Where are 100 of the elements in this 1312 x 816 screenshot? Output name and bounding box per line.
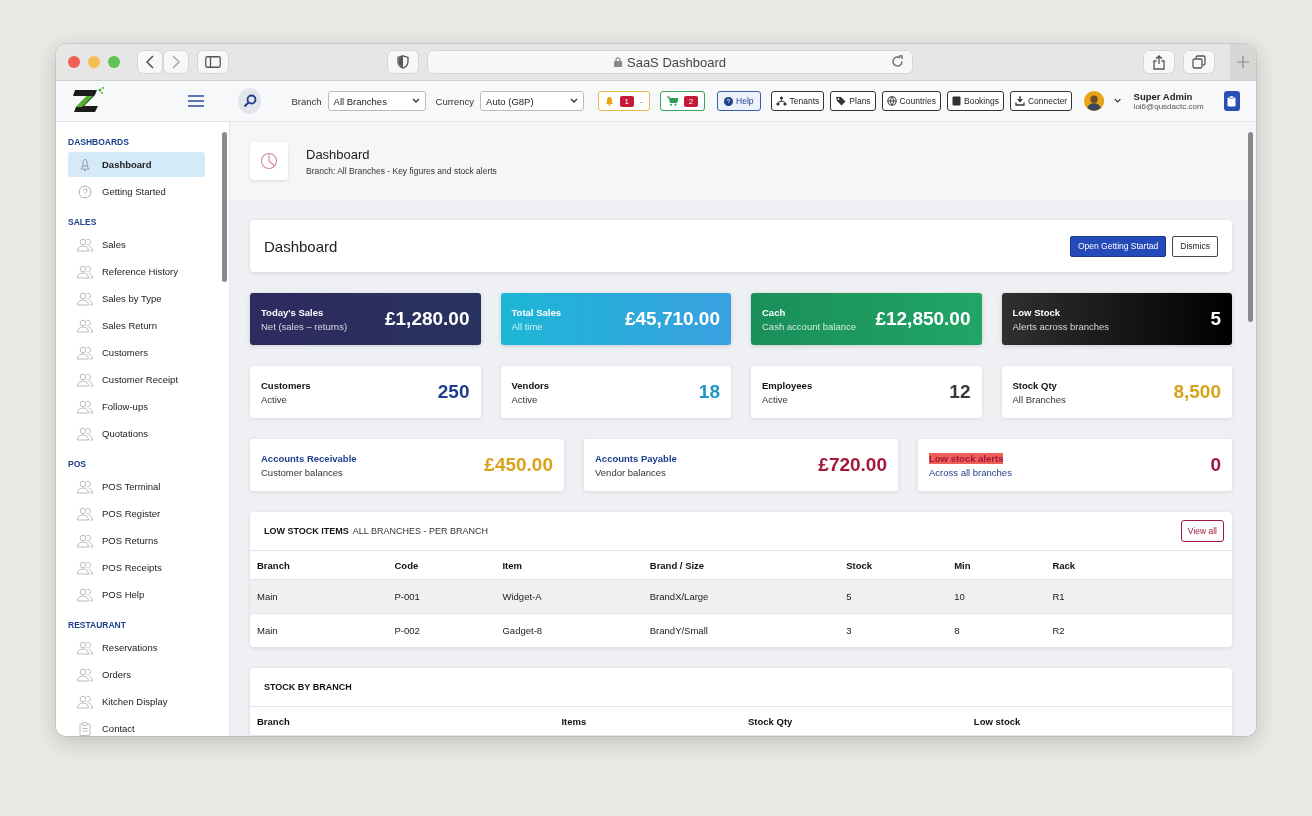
users-icon: [76, 667, 94, 682]
users-icon: [76, 399, 94, 414]
pie-chart-icon: [260, 152, 278, 170]
share-icon: [1153, 54, 1165, 70]
sidebar-item[interactable]: POS Returns: [68, 528, 205, 553]
card-value: £45,710.00: [624, 308, 720, 330]
card-title: Total Sales: [511, 306, 561, 318]
sidebar-item[interactable]: Quotations: [68, 421, 205, 446]
download-icon: [1014, 96, 1025, 106]
back-button[interactable]: [138, 51, 162, 73]
currency-select[interactable]: Auto (G8P): [480, 91, 584, 111]
close-icon[interactable]: [68, 56, 80, 68]
nav-button[interactable]: Connecter: [1009, 91, 1073, 111]
users-icon: [76, 291, 94, 306]
card-subtitle: All Branches: [1012, 393, 1066, 405]
clipboard-button[interactable]: [1223, 91, 1240, 111]
nav-button[interactable]: Countries: [881, 91, 941, 111]
nav-button[interactable]: Tenants: [770, 91, 825, 111]
reload-icon[interactable]: [891, 55, 904, 68]
sidebar-item[interactable]: Sales by Type: [68, 286, 205, 311]
table-cell: Main: [250, 613, 388, 647]
section-heading: DASHBOARDS: [68, 136, 130, 149]
notifications-button[interactable]: 1 -: [597, 91, 650, 111]
page-title: SaaS Dashboard: [627, 54, 726, 70]
tabs-icon: [1192, 55, 1206, 69]
card-value: 18: [698, 381, 720, 403]
nav-button[interactable]: Plans: [830, 91, 876, 111]
card-title: Customers: [261, 379, 311, 391]
card-subtitle: Vendor balances: [595, 466, 666, 478]
column-header: Branch: [250, 551, 388, 580]
card-title: STOCK BY BRANCH: [264, 682, 352, 692]
section-heading: POS: [68, 458, 87, 471]
branch-select[interactable]: All Branches: [327, 91, 426, 111]
section-heading: RESTAURANT: [68, 619, 127, 632]
sidebar-item[interactable]: POS Receipts: [68, 555, 205, 580]
help-button[interactable]: Help: [717, 91, 761, 111]
getting-started-button[interactable]: Open Getting Startad: [1069, 235, 1167, 257]
card-subtitle: All time: [511, 320, 543, 332]
table-cell: 8: [947, 613, 1046, 647]
card-value: 0: [1210, 454, 1221, 476]
chevron-left-icon: [145, 55, 155, 69]
sidebar-item[interactable]: Orders: [68, 662, 205, 687]
card-subtitle: Active: [762, 393, 788, 405]
sidebar-item[interactable]: POS Terminal: [68, 474, 205, 499]
users-icon: [76, 560, 94, 575]
avatar-icon[interactable]: [1084, 90, 1105, 112]
sidebar-item[interactable]: Dashboard: [68, 152, 205, 177]
table-cell: BrandY/Small: [642, 613, 840, 647]
section-heading: SALES: [68, 216, 98, 229]
users-icon: [76, 264, 94, 279]
chevron-down-icon[interactable]: [1114, 98, 1122, 104]
scrollbar[interactable]: [222, 132, 227, 282]
sidebar-item[interactable]: Reservations: [68, 635, 205, 660]
users-icon: [76, 479, 94, 494]
card-subtitle: Customer balances: [261, 466, 343, 478]
table-cell: P-002: [387, 613, 496, 647]
column-header: Brand / Size: [642, 551, 840, 580]
table-cell: 10: [947, 579, 1046, 614]
menu-icon[interactable]: [187, 95, 204, 107]
chevron-down-icon: [569, 98, 578, 104]
page-title: Dashboard: [306, 146, 371, 162]
table-cell: BrandX/Large: [642, 579, 840, 614]
sidebar-icon: [205, 56, 221, 68]
sidebar-item[interactable]: POS Help: [68, 582, 205, 607]
sidebar-item[interactable]: Reference History: [68, 259, 205, 284]
sidebar-item[interactable]: POS Register: [68, 501, 205, 526]
card-title: Accounts Payable: [595, 452, 677, 464]
scrollbar[interactable]: [1248, 132, 1253, 322]
column-header: Stock Qty: [741, 707, 967, 736]
users-icon: [76, 345, 94, 360]
share-button[interactable]: [1144, 51, 1174, 73]
card-value: 250: [437, 381, 470, 403]
branch-label: Branch: [291, 95, 322, 107]
shield-button[interactable]: [388, 51, 418, 73]
cart-button[interactable]: 2: [659, 91, 706, 111]
search-button[interactable]: [237, 88, 262, 114]
sidebar-item[interactable]: Contact: [68, 716, 205, 736]
card-title: Vendors: [511, 379, 549, 391]
column-header: Items: [554, 707, 741, 736]
sidebar-item[interactable]: Customer Receipt: [68, 367, 205, 392]
card-value: 8,500: [1173, 381, 1221, 403]
table-cell: Main: [250, 579, 388, 614]
view-all-button[interactable]: View all: [1180, 520, 1224, 542]
sidebar-item[interactable]: Getting Started: [68, 179, 205, 204]
tabs-button[interactable]: [1184, 51, 1214, 73]
clipboard-icon: [1227, 95, 1237, 107]
address-bar[interactable]: SaaS Dashboard: [428, 51, 912, 73]
sidebar-item[interactable]: Sales: [68, 232, 205, 257]
book-icon: [952, 96, 961, 106]
nav-button[interactable]: Bookings: [947, 91, 1004, 111]
sidebar-item[interactable]: Sales Return: [68, 313, 205, 338]
sidebar-item[interactable]: Kitchen Display: [68, 689, 205, 714]
dismiss-button[interactable]: Dismics: [1172, 235, 1218, 257]
chevron-right-icon: [171, 55, 181, 69]
lock-icon: [614, 57, 622, 67]
sidebar-toggle-button[interactable]: [198, 51, 228, 73]
sidebar-item[interactable]: Customers: [68, 340, 205, 365]
sidebar-item[interactable]: Follow-ups: [68, 394, 205, 419]
user-email: ioi6@qusdactc.com: [1133, 102, 1204, 111]
users-icon: [76, 426, 94, 441]
